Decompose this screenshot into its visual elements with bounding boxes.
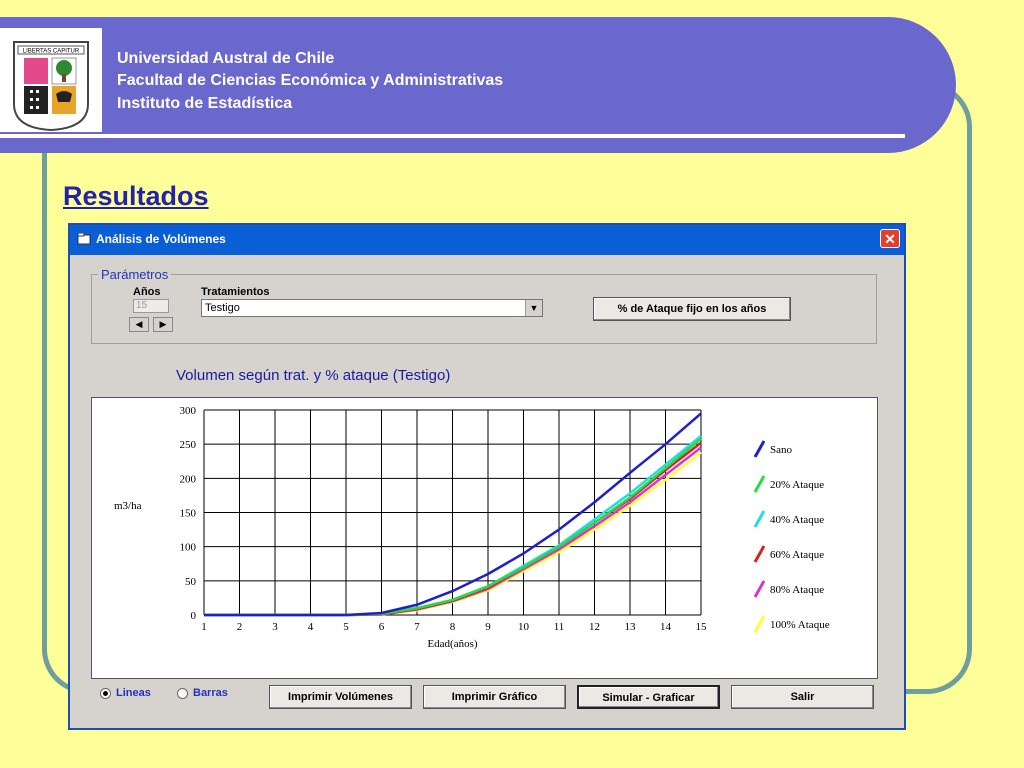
y-tick-label: 150 bbox=[180, 508, 197, 520]
volume-chart: 0501001502002503001 2 3 4 5 6 7 8 9 10 11 12 13 14 15m… bbox=[114, 405, 830, 650]
header-line-institute: Instituto de Estadística bbox=[117, 95, 293, 112]
imprimir-volumenes-button[interactable]: Imprimir Volúmenes bbox=[269, 685, 412, 709]
spin-right-button[interactable]: ▶ bbox=[153, 317, 173, 332]
x-tick-label: 2 bbox=[237, 621, 243, 633]
legend-label: 60% Ataque bbox=[770, 549, 824, 561]
legend-label: 40% Ataque bbox=[770, 514, 824, 526]
params-legend: Parámetros bbox=[98, 267, 172, 282]
x-axis-label: Edad(años) bbox=[427, 638, 477, 650]
legend-swatch bbox=[753, 475, 766, 493]
close-button[interactable]: ✕ bbox=[880, 229, 900, 248]
radio-barras-label: Barras bbox=[193, 687, 228, 699]
legend-swatch bbox=[753, 440, 766, 458]
radio-lineas-dot bbox=[100, 687, 111, 699]
x-tick-label: 1 bbox=[201, 621, 207, 633]
radio-barras[interactable]: Barras bbox=[177, 687, 228, 699]
y-tick-label: 0 bbox=[191, 610, 197, 622]
x-tick-label: 8 bbox=[450, 621, 456, 633]
spin-left-button[interactable]: ◀ bbox=[129, 317, 149, 332]
anos-input[interactable]: 15 bbox=[133, 299, 169, 313]
legend-swatch bbox=[753, 510, 766, 528]
x-tick-label: 6 bbox=[379, 621, 385, 633]
header-rule bbox=[0, 134, 905, 138]
radio-lineas[interactable]: Lineas bbox=[100, 687, 151, 699]
legend-swatch bbox=[753, 580, 766, 598]
tratamientos-select[interactable]: Testigo ▼ bbox=[201, 299, 543, 317]
y-tick-label: 300 bbox=[180, 405, 197, 417]
salir-button[interactable]: Salir bbox=[731, 685, 874, 709]
university-logo: LIBERTAS CAPITUR bbox=[0, 28, 102, 132]
ataque-fijo-button[interactable]: % de Ataque fijo en los años bbox=[593, 297, 791, 321]
y-tick-label: 100 bbox=[180, 542, 197, 554]
chevron-down-icon[interactable]: ▼ bbox=[525, 300, 542, 316]
legend-swatch bbox=[753, 615, 766, 633]
x-tick-label: 12 bbox=[589, 621, 600, 633]
imprimir-grafico-button[interactable]: Imprimir Gráfico bbox=[423, 685, 566, 709]
legend-label: 20% Ataque bbox=[770, 479, 824, 491]
legend-label: 80% Ataque bbox=[770, 584, 824, 596]
x-tick-label: 11 bbox=[554, 621, 565, 633]
dialog-titlebar[interactable]: Análisis de Volúmenes ✕ bbox=[70, 225, 904, 255]
x-tick-label: 4 bbox=[308, 621, 314, 633]
x-tick-label: 15 bbox=[696, 621, 708, 633]
chart-heading: Volumen según trat. y % ataque (Testigo) bbox=[176, 367, 451, 384]
tratamientos-label: Tratamientos bbox=[201, 286, 270, 298]
x-tick-label: 5 bbox=[343, 621, 349, 633]
dialog-title: Análisis de Volúmenes bbox=[96, 232, 226, 246]
radio-barras-dot bbox=[177, 687, 188, 699]
legend-label: Sano bbox=[770, 444, 793, 456]
legend-label: 100% Ataque bbox=[770, 619, 830, 631]
analysis-dialog: Análisis de Volúmenes ✕ Parámetros Años … bbox=[68, 223, 906, 730]
anos-label: Años bbox=[133, 286, 161, 298]
chart-area: 0 50 100 150 200 250 300 1 2 3 4 5 6 7 8 9 10 11 12 13 14 15 m… bbox=[91, 397, 878, 679]
radio-lineas-label: Lineas bbox=[116, 687, 151, 699]
x-tick-label: 14 bbox=[660, 621, 672, 633]
x-tick-label: 9 bbox=[485, 621, 491, 633]
legend-swatch bbox=[753, 545, 766, 563]
slide-title: Resultados bbox=[63, 181, 209, 211]
y-tick-label: 200 bbox=[180, 473, 197, 485]
y-tick-label: 250 bbox=[180, 439, 197, 451]
x-tick-label: 13 bbox=[625, 621, 637, 633]
simular-graficar-button[interactable]: Simular - Graficar bbox=[577, 685, 720, 709]
app-icon bbox=[77, 233, 91, 245]
y-axis-label: m3/ha bbox=[114, 500, 142, 512]
header-line-university: Universidad Austral de Chile bbox=[117, 50, 335, 67]
tratamientos-value: Testigo bbox=[205, 302, 240, 314]
svg-text:LIBERTAS CAPITUR: LIBERTAS CAPITUR bbox=[23, 49, 80, 55]
header-line-faculty: Facultad de Ciencias Económica y Adminis… bbox=[117, 72, 504, 89]
x-tick-label: 10 bbox=[518, 621, 530, 633]
y-tick-label: 50 bbox=[185, 576, 197, 588]
x-tick-label: 7 bbox=[414, 621, 420, 633]
x-tick-label: 3 bbox=[272, 621, 278, 633]
